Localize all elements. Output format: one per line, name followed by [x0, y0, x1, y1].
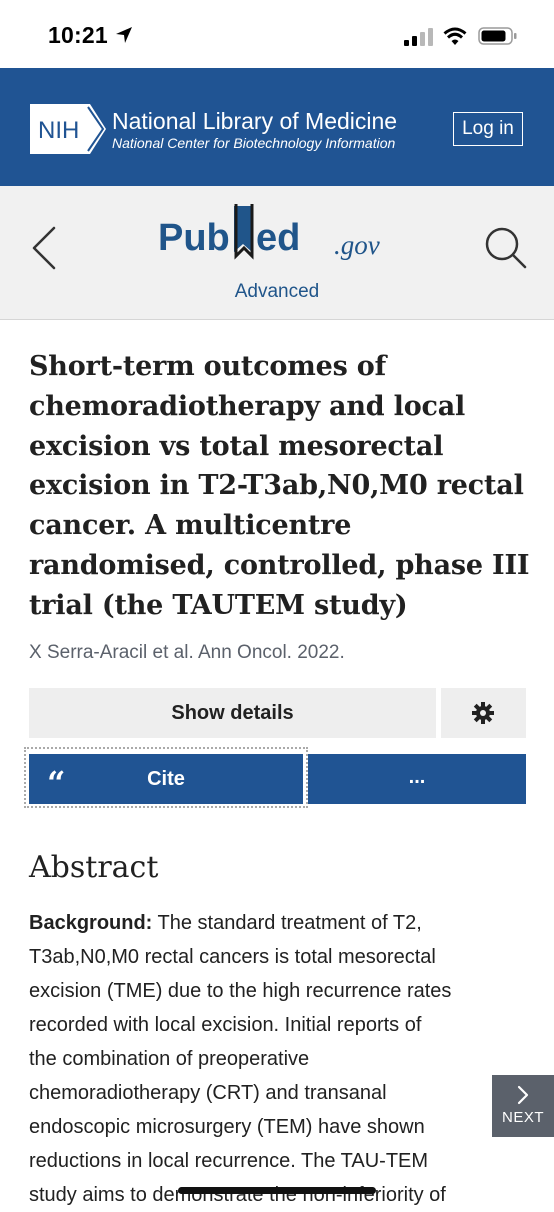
abstract-line: excision (TME) due to the high recurrenc…	[29, 980, 452, 1002]
gear-icon	[472, 702, 494, 724]
article-title-line: excision in T2-T3ab,N0,M0 rectal	[29, 470, 524, 502]
abstract-line: reductions in local recurrence. The TAU-…	[29, 1150, 429, 1172]
advanced-search-link[interactable]: Advanced	[0, 281, 554, 303]
pubmed-logo-domain: .gov	[334, 230, 380, 260]
authors-citation-line[interactable]: X Serra-Aracil et al. Ann Oncol. 2022.	[29, 642, 345, 664]
abstract-label: Background:	[29, 912, 153, 934]
cite-button[interactable]: “ Cite	[29, 754, 303, 804]
next-button[interactable]: NEXT	[492, 1075, 554, 1137]
abstract-heading: Abstract	[29, 850, 159, 885]
article-title-line: cancer. A multicentre	[29, 510, 352, 542]
chevron-right-icon	[517, 1085, 529, 1105]
search-icon[interactable]	[484, 226, 528, 270]
abstract-line: the combination of preoperative	[29, 1048, 310, 1070]
article-title-line: randomised, controlled, phase III	[29, 549, 530, 581]
login-button[interactable]: Log in	[453, 112, 523, 146]
article-title: Short-term outcomes of chemoradiotherapy …	[29, 347, 530, 626]
article-title-line: excision vs total mesorectal	[29, 430, 444, 462]
pubmed-logo[interactable]: Pub ed .gov	[158, 198, 398, 268]
abstract-first-line: The standard treatment of T2,	[152, 912, 422, 934]
pubmed-logo-pub: Pub	[158, 217, 230, 259]
abstract-line: endoscopic microsurgery (TEM) have shown	[29, 1116, 425, 1138]
pubmed-logo-med: ed	[256, 217, 300, 259]
abstract-line: chemoradiotherapy (CRT) and transanal	[29, 1082, 387, 1104]
quote-icon: “	[47, 764, 66, 802]
svg-text:NIH: NIH	[38, 117, 79, 144]
show-details-button[interactable]: Show details	[29, 688, 436, 738]
next-label: NEXT	[501, 1109, 544, 1126]
nih-subtitle: National Center for Biotechnology Inform…	[112, 135, 396, 151]
wifi-icon	[443, 27, 467, 45]
nih-title[interactable]: National Library of Medicine	[112, 108, 397, 135]
nih-logo[interactable]: NIH	[30, 104, 106, 154]
status-bar: 10:21	[0, 0, 554, 68]
article-title-line: Short-term outcomes of	[29, 351, 387, 382]
location-arrow-icon	[116, 27, 132, 43]
abstract-line: T3ab,N0,M0 rectal cancers is total mesor…	[29, 946, 436, 968]
article-title-line: trial (the TAUTEM study)	[29, 589, 408, 621]
cellular-signal-icon	[404, 28, 433, 46]
abstract-line: recorded with local excision. Initial re…	[29, 1014, 422, 1036]
abstract-body: Background: The standard treatment of T2…	[29, 906, 524, 1212]
article-title-line: chemoradiotherapy and local	[29, 390, 466, 422]
cite-label: Cite	[147, 768, 185, 790]
status-time: 10:21	[48, 22, 108, 48]
settings-button[interactable]	[441, 688, 526, 738]
battery-icon	[478, 27, 517, 45]
more-actions-button[interactable]: ...	[308, 754, 526, 804]
back-chevron-icon[interactable]	[30, 225, 58, 271]
home-indicator	[178, 1187, 376, 1194]
